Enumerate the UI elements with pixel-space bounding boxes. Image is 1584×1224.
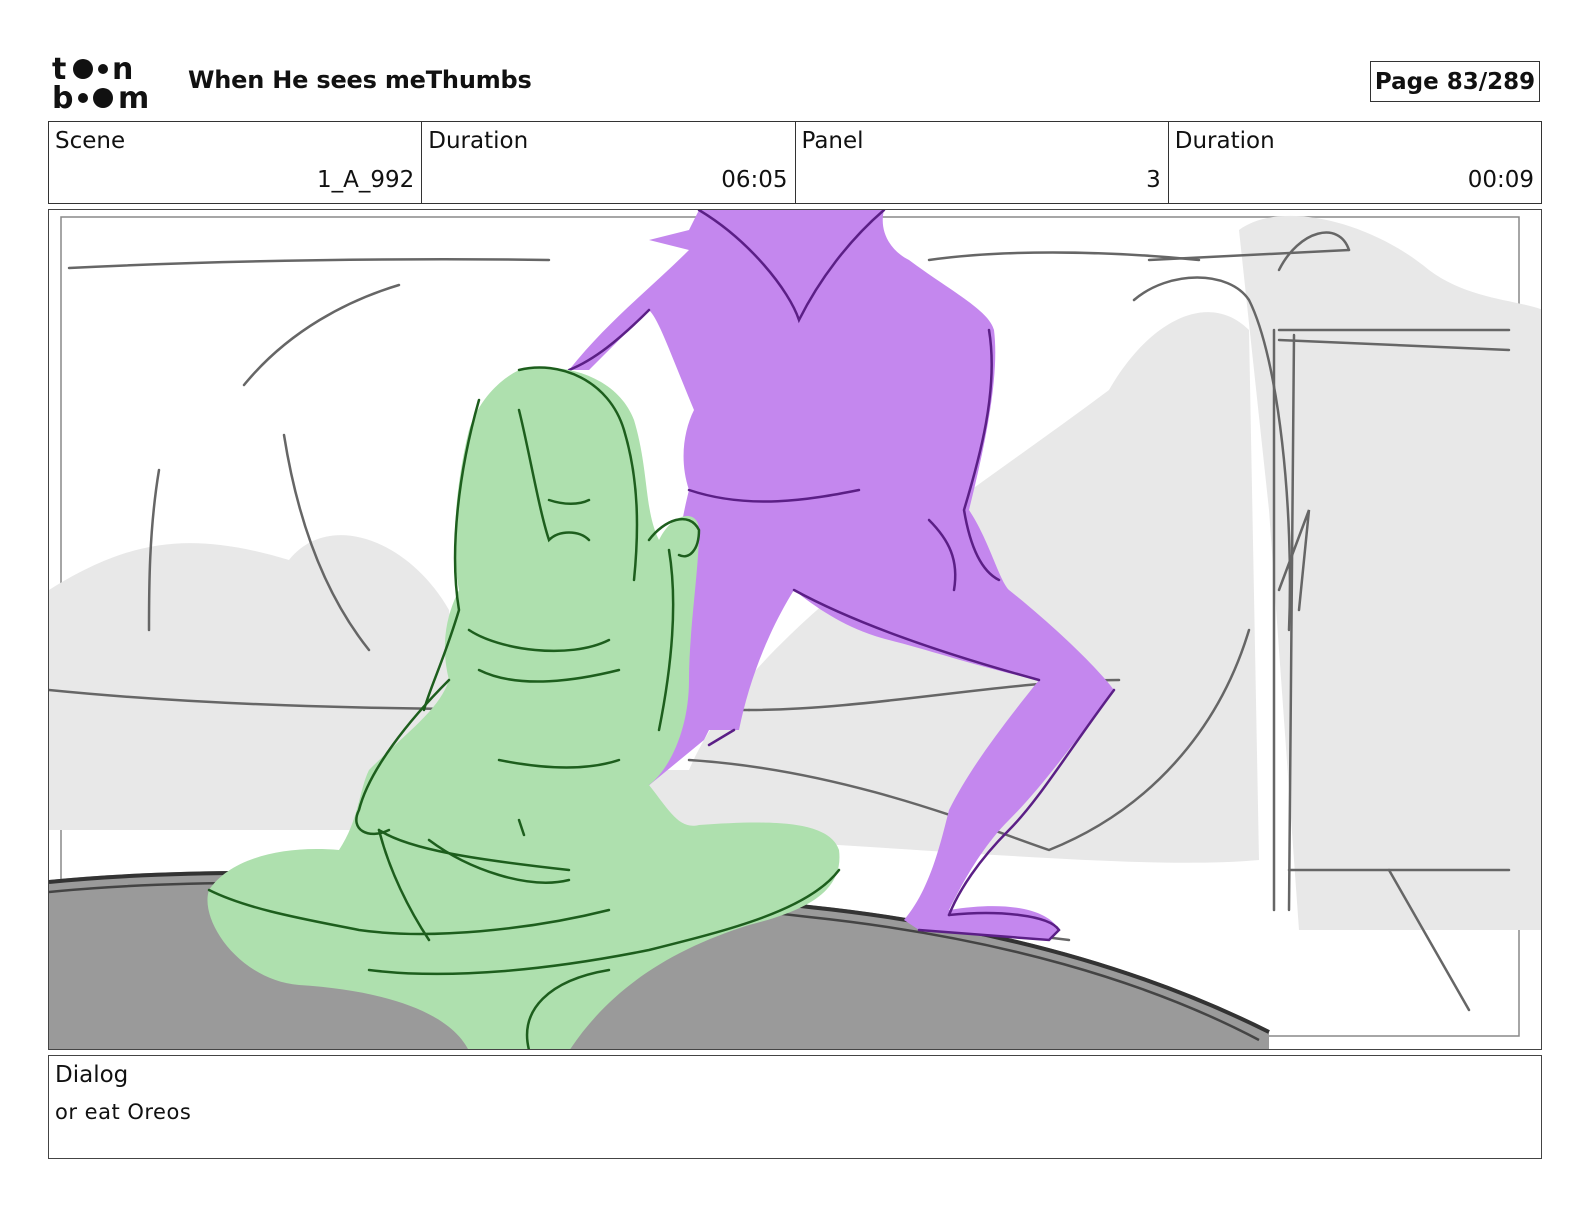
- toonboom-logo: t n b m: [52, 52, 164, 116]
- dialog-text: or eat Oreos: [55, 1100, 192, 1124]
- svg-text:m: m: [118, 81, 149, 112]
- scene-cell: Scene 1_A_992: [49, 122, 423, 203]
- scene-duration-label: Duration: [428, 128, 529, 154]
- page-label: Page: [1374, 68, 1439, 95]
- panel-duration-cell: Duration 00:09: [1169, 122, 1541, 203]
- scene-value: 1_A_992: [316, 167, 415, 193]
- svg-text:b: b: [52, 81, 73, 112]
- dialog-label: Dialog: [55, 1062, 129, 1088]
- document-title: When He sees meThumbs: [188, 66, 532, 94]
- storyboard-panel-image: [48, 209, 1542, 1050]
- page-number: 83/289: [1446, 68, 1536, 95]
- panel-label: Panel: [801, 128, 864, 154]
- scene-info-table: Scene 1_A_992 Duration 06:05 Panel 3 Dur…: [48, 121, 1542, 204]
- scene-label: Scene: [55, 128, 126, 154]
- scene-duration-value: 06:05: [721, 167, 788, 193]
- panel-duration-value: 00:09: [1467, 167, 1534, 193]
- dialog-box: Dialog or eat Oreos: [48, 1055, 1542, 1159]
- scene-duration-cell: Duration 06:05: [422, 122, 796, 203]
- panel-cell: Panel 3: [796, 122, 1169, 203]
- panel-duration-label: Duration: [1174, 128, 1275, 154]
- panel-value: 3: [1146, 167, 1161, 193]
- page-indicator: Page 83/289: [1370, 61, 1540, 102]
